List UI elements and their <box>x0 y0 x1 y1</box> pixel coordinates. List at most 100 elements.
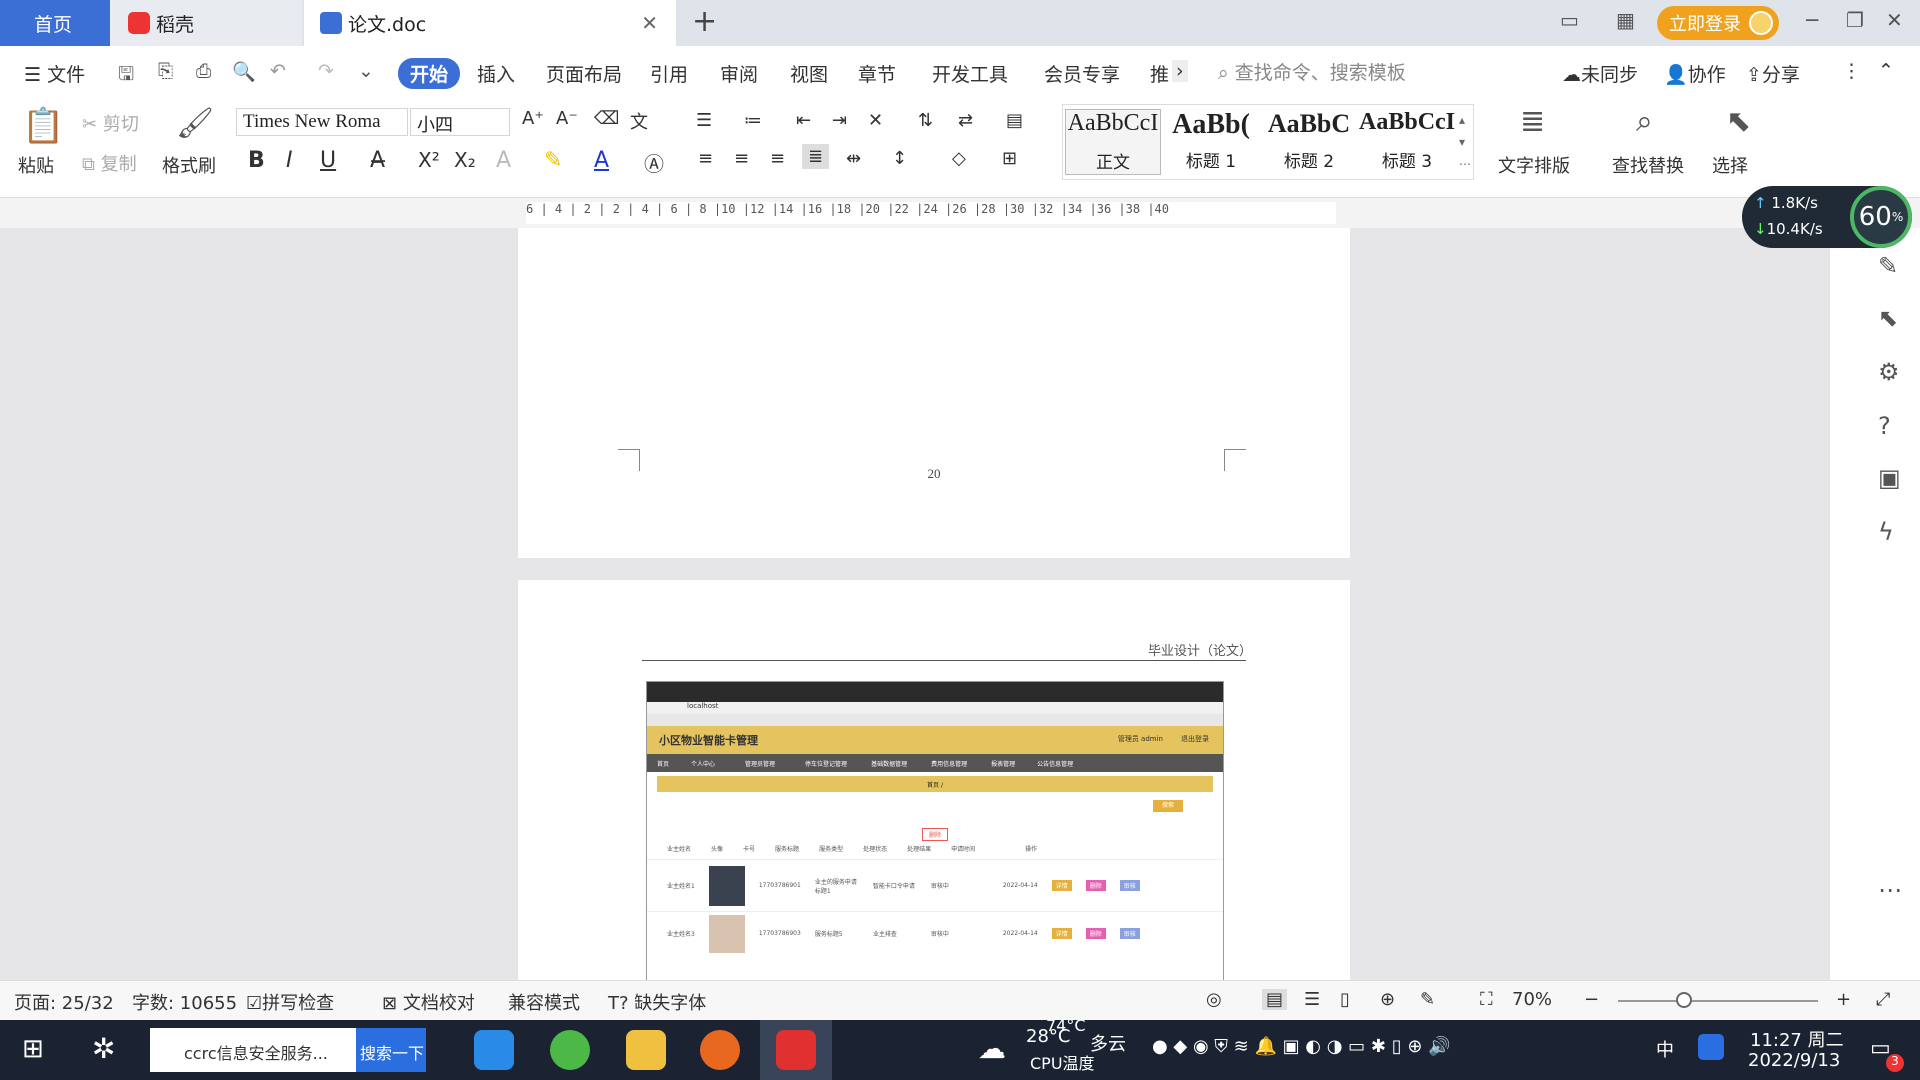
chinese-layout-icon[interactable]: ✕ <box>868 110 883 131</box>
web-view-icon[interactable]: ⊕ <box>1380 989 1395 1010</box>
taskbar-search-button[interactable]: 搜索一下 <box>356 1028 426 1072</box>
ie-browser-icon[interactable] <box>474 1030 514 1070</box>
menu-dev-tools[interactable]: 开发工具 <box>932 60 1008 87</box>
font-size-select[interactable]: 小四 <box>410 108 510 136</box>
font-color-icon[interactable]: A <box>594 148 609 173</box>
indent-icon[interactable]: ⇥ <box>832 110 847 131</box>
write-view-icon[interactable]: ✎ <box>1420 989 1435 1010</box>
lightning-icon[interactable]: ϟ <box>1878 518 1894 546</box>
browser-360-icon[interactable] <box>550 1030 590 1070</box>
grid-icon[interactable]: ▦ <box>1616 8 1635 32</box>
clock-date[interactable]: 2022/9/13 <box>1748 1050 1840 1071</box>
spell-check-button[interactable]: ☑拼写检查 <box>246 989 334 1015</box>
text-layout-button[interactable]: 文字排版 <box>1498 152 1570 178</box>
grow-font-icon[interactable]: A⁺ <box>522 108 544 129</box>
embedded-screenshot[interactable]: localhost 小区物业智能卡管理 管理员 admin 退出登录 首页 个人… <box>646 681 1224 980</box>
word-count[interactable]: 字数: 10655 <box>132 989 237 1015</box>
print-icon[interactable]: ⎙ <box>196 60 211 82</box>
numbering-icon[interactable]: ≔ <box>744 110 762 131</box>
menu-insert[interactable]: 插入 <box>477 60 515 87</box>
windows-start-icon[interactable]: ⊞ <box>22 1034 44 1064</box>
app-launcher-icon[interactable]: ✲ <box>92 1032 115 1065</box>
select-button[interactable]: 选择 <box>1712 152 1748 178</box>
align-left-icon[interactable]: ≡ <box>698 148 713 169</box>
tray-app-icons[interactable]: ● ◆ ◉ ⛨ ≋ 🔔 ▣ ◐ ◑ ▭ ✱ ▯ ⊕ 🔊 <box>1152 1036 1451 1057</box>
bullets-icon[interactable]: ☰ <box>696 110 712 131</box>
justify-icon[interactable]: ≣ <box>802 144 830 169</box>
share-button[interactable]: ⇪分享 <box>1746 60 1800 87</box>
new-tab-button[interactable]: + <box>692 4 717 39</box>
distribute-icon[interactable]: ⇹ <box>846 148 861 169</box>
gallery-scroll-icon[interactable]: ▴ ▾ ⋯ <box>1459 109 1471 175</box>
menu-review[interactable]: 审阅 <box>720 60 758 87</box>
outdent-icon[interactable]: ⇤ <box>796 110 811 131</box>
menu-page-layout[interactable]: 页面布局 <box>546 60 622 87</box>
zoom-level[interactable]: 70% <box>1512 989 1552 1010</box>
style-heading-2[interactable]: AaBbC 标题 2 <box>1261 109 1357 175</box>
chevron-right-icon[interactable]: › <box>1172 60 1188 82</box>
page-indicator[interactable]: 页面: 25/32 <box>14 989 114 1015</box>
tab-document[interactable]: 论文.doc ✕ <box>304 0 676 46</box>
reading-view-icon[interactable]: ▯ <box>1340 989 1350 1010</box>
font-family-select[interactable]: Times New Roma <box>236 108 408 136</box>
menu-member[interactable]: 会员专享 <box>1044 60 1120 87</box>
pointer-icon[interactable]: ⬉ <box>1878 304 1898 332</box>
underline-icon[interactable]: U <box>320 148 336 173</box>
pinyin-icon[interactable]: 文 <box>630 108 648 134</box>
collapse-ribbon-icon[interactable]: ⌃ <box>1878 60 1894 82</box>
subscript-icon[interactable]: X₂ <box>454 148 476 172</box>
file-explorer-icon[interactable] <box>626 1030 666 1070</box>
login-button[interactable]: 立即登录 <box>1657 6 1779 40</box>
format-painter-button[interactable]: 格式刷 <box>162 152 216 178</box>
save-icon[interactable]: 🖫 <box>118 60 134 92</box>
sort-icon[interactable]: ⇅ <box>918 110 933 131</box>
clock-time[interactable]: 11:27 周二 <box>1750 1026 1844 1052</box>
proofread-button[interactable]: ⊠ 文档校对 <box>382 989 475 1015</box>
menu-start[interactable]: 开始 <box>398 58 461 89</box>
borders-icon[interactable]: ⊞ <box>1002 148 1017 169</box>
style-normal[interactable]: AaBbCcI 正文 <box>1065 109 1161 175</box>
fit-page-icon[interactable]: ⛶ <box>1480 989 1493 1010</box>
help-icon[interactable]: ? <box>1878 412 1891 440</box>
find-replace-button[interactable]: 查找替换 <box>1612 152 1684 178</box>
document-area[interactable]: 20 毕业设计（论文） localhost 小区物业智能卡管理 管理员 admi… <box>0 228 1830 980</box>
align-right-icon[interactable]: ≡ <box>770 148 785 169</box>
align-center-icon[interactable]: ≡ <box>734 148 749 169</box>
style-heading-1[interactable]: AaBb(标题 1 <box>1163 109 1259 175</box>
image-icon[interactable]: ▣ <box>1878 464 1901 492</box>
fullscreen-icon[interactable]: ⤢ <box>1876 989 1890 1010</box>
highlight-icon[interactable]: ✎ <box>544 148 562 173</box>
more-horizontal-icon[interactable]: ⋯ <box>1878 876 1902 904</box>
clear-format-icon[interactable]: ⌫ <box>594 108 619 129</box>
command-search[interactable]: ⌕ 查找命令、搜索模板 <box>1218 58 1406 85</box>
file-menu[interactable]: ☰ 文件 <box>24 60 85 87</box>
eye-protect-icon[interactable]: ◎ <box>1206 989 1222 1010</box>
bold-icon[interactable]: B <box>248 148 265 173</box>
paste-icon[interactable]: 📋 <box>22 106 64 146</box>
more-icon[interactable]: ⋮ <box>1842 60 1861 82</box>
menu-references[interactable]: 引用 <box>650 60 688 87</box>
table-rule-icon[interactable]: ▤ <box>1006 110 1023 131</box>
text-effect-icon[interactable]: A <box>496 148 511 173</box>
pen-icon[interactable]: ✎ <box>1878 252 1898 280</box>
zoom-slider-handle[interactable] <box>1676 992 1692 1008</box>
redo-icon[interactable]: ↷ <box>318 60 334 82</box>
taskbar-search-input[interactable]: ccrc信息安全服务... <box>150 1028 356 1072</box>
settings-sliders-icon[interactable]: ⚙ <box>1878 358 1900 386</box>
menu-view[interactable]: 视图 <box>790 60 828 87</box>
zoom-in-icon[interactable]: + <box>1836 989 1851 1010</box>
missing-font-button[interactable]: T? 缺失字体 <box>608 989 706 1015</box>
restore-icon[interactable]: ❐ <box>1846 8 1864 32</box>
network-speed-widget[interactable]: ↑ 1.8K/s ↓10.4K/s 60% <box>1742 186 1912 248</box>
char-border-icon[interactable]: Ⓐ <box>644 148 664 177</box>
copy-button[interactable]: ⧉ 复制 <box>82 150 137 176</box>
collab-button[interactable]: 👤协作 <box>1664 60 1726 87</box>
show-marks-icon[interactable]: ⇄ <box>958 110 973 131</box>
close-window-icon[interactable]: ✕ <box>1886 8 1903 32</box>
page-view-icon[interactable]: ▤ <box>1262 989 1288 1010</box>
style-heading-3[interactable]: AaBbCcI 标题 3 <box>1359 109 1455 175</box>
line-spacing-icon[interactable]: ↕ <box>892 148 907 169</box>
superscript-icon[interactable]: X² <box>418 148 440 172</box>
sync-button[interactable]: ☁未同步 <box>1562 60 1638 87</box>
menu-recommend[interactable]: 推 <box>1150 60 1169 87</box>
